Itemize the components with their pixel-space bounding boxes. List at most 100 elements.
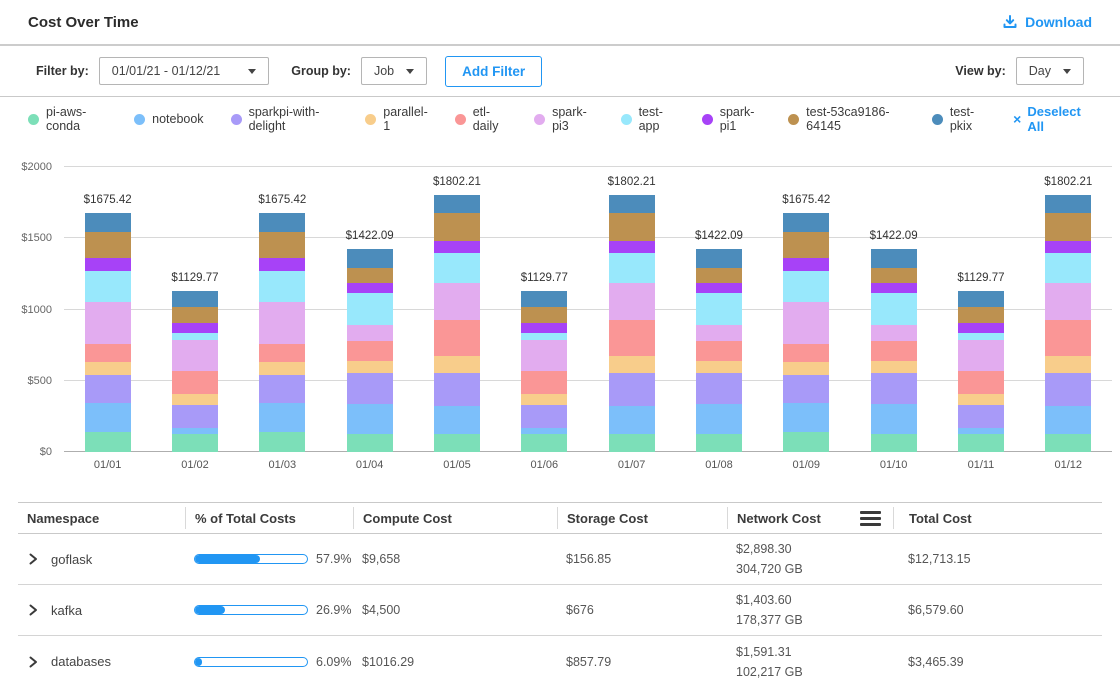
bar-segment-spark-pi3: [85, 302, 131, 344]
bar-segment-etl-daily: [696, 341, 742, 361]
legend-dot-icon: [534, 114, 545, 125]
legend-item-test-pkix[interactable]: test-pkix: [932, 105, 987, 133]
bar-segment-parallel-1: [259, 362, 305, 375]
pct-progress-fill: [195, 555, 260, 563]
x-axis-tick-label: 01/05: [413, 459, 500, 471]
bar-segment-etl-daily: [1045, 320, 1091, 356]
bar-segment-parallel-1: [871, 361, 917, 373]
bar-total-label: $1422.09: [695, 230, 743, 242]
stacked-bar-01/06[interactable]: [521, 291, 567, 452]
bar-segment-etl-daily: [434, 320, 480, 356]
bar-segment-test-pkix: [259, 213, 305, 232]
bar-segment-spark-pi1: [871, 283, 917, 293]
compute-cost-cell: $9,658: [353, 552, 557, 566]
expand-chevron-icon[interactable]: [27, 655, 39, 669]
bar-segment-test-53ca9186-64145: [783, 232, 829, 258]
stacked-bar-01/05[interactable]: [434, 195, 480, 452]
bar-segment-test-53ca9186-64145: [259, 232, 305, 258]
x-axis-tick-label: 01/11: [937, 459, 1024, 471]
bar-segment-sparkpi-with-delight: [696, 373, 742, 404]
stacked-bar-01/12[interactable]: [1045, 195, 1091, 452]
network-cost-value: $1,591.31: [736, 642, 893, 662]
stacked-bar-01/03[interactable]: [259, 213, 305, 452]
stacked-bar-01/07[interactable]: [609, 195, 655, 452]
bar-segment-etl-daily: [85, 344, 131, 363]
column-menu-icon[interactable]: [858, 509, 883, 528]
bar-segment-notebook: [347, 404, 393, 434]
chart-plot-area: $0$500$1000$1500$2000$1675.42$1129.77$16…: [64, 167, 1112, 452]
storage-cost-cell: $676: [557, 603, 727, 617]
bar-segment-pi-aws-conda: [172, 434, 218, 452]
bar-segment-spark-pi3: [696, 325, 742, 342]
network-cost-cell: $1,591.31102,217 GB: [727, 642, 893, 682]
bar-segment-test-app: [172, 333, 218, 340]
namespace-cell: databases: [18, 654, 185, 669]
bar-segment-spark-pi3: [172, 340, 218, 371]
column-header-pct-total-costs: % of Total Costs: [185, 507, 353, 529]
bar-segment-test-app: [347, 293, 393, 324]
bar-segment-notebook: [1045, 406, 1091, 434]
legend-item-test-app[interactable]: test-app: [621, 105, 675, 133]
expand-chevron-icon[interactable]: [27, 603, 39, 617]
expand-chevron-icon[interactable]: [27, 552, 39, 566]
legend-item-sparkpi-with-delight[interactable]: sparkpi-with-delight: [231, 105, 339, 133]
bar-segment-sparkpi-with-delight: [434, 373, 480, 405]
bar-segment-spark-pi3: [871, 325, 917, 342]
group-by-dropdown[interactable]: Job: [361, 57, 427, 85]
bar-segment-spark-pi1: [521, 323, 567, 333]
stacked-bar-01/10[interactable]: [871, 249, 917, 452]
x-axis-tick-label: 01/10: [850, 459, 937, 471]
bar-segment-test-53ca9186-64145: [521, 307, 567, 323]
bar-slot-01/06: $1129.77: [501, 167, 588, 452]
stacked-bar-01/09[interactable]: [783, 213, 829, 452]
bar-segment-spark-pi1: [347, 283, 393, 293]
x-axis-tick-label: 01/07: [588, 459, 675, 471]
bar-segment-spark-pi1: [696, 283, 742, 293]
deselect-all-label: Deselect All: [1027, 104, 1092, 134]
total-cost-cell: $6,579.60: [893, 603, 1102, 617]
stacked-bar-01/08[interactable]: [696, 249, 742, 452]
bar-segment-spark-pi3: [1045, 283, 1091, 320]
download-label: Download: [1025, 14, 1092, 30]
storage-cost-cell: $857.79: [557, 655, 727, 669]
bar-segment-test-pkix: [696, 249, 742, 268]
stacked-bar-01/11[interactable]: [958, 291, 1004, 452]
bar-segment-spark-pi3: [609, 283, 655, 320]
bar-slot-01/09: $1675.42: [763, 167, 850, 452]
legend-item-pi-aws-conda[interactable]: pi-aws-conda: [28, 105, 107, 133]
legend-item-notebook[interactable]: notebook: [134, 112, 203, 126]
legend-item-spark-pi1[interactable]: spark-pi1: [702, 105, 761, 133]
namespace-name: databases: [51, 654, 111, 669]
table-body: goflask57.9%$9,658$156.85$2,898.30304,72…: [18, 534, 1102, 687]
bar-segment-test-app: [1045, 253, 1091, 283]
bar-segment-spark-pi3: [259, 302, 305, 344]
stacked-bar-01/01[interactable]: [85, 213, 131, 452]
legend-label: sparkpi-with-delight: [249, 105, 339, 133]
view-by-dropdown[interactable]: Day: [1016, 57, 1084, 85]
bar-slot-01/07: $1802.21: [588, 167, 675, 452]
bar-segment-pi-aws-conda: [1045, 434, 1091, 452]
x-axis-tick-label: 01/06: [501, 459, 588, 471]
pct-value: 26.9%: [316, 603, 351, 617]
bar-segment-pi-aws-conda: [609, 434, 655, 452]
legend-item-spark-pi3[interactable]: spark-pi3: [534, 105, 593, 133]
legend-item-etl-daily[interactable]: etl-daily: [455, 105, 507, 133]
stacked-bar-01/02[interactable]: [172, 291, 218, 452]
add-filter-button[interactable]: Add Filter: [445, 56, 542, 87]
column-header-compute-cost: Compute Cost: [353, 507, 557, 529]
stacked-bar-01/04[interactable]: [347, 249, 393, 452]
deselect-all-button[interactable]: × Deselect All: [1013, 104, 1092, 134]
date-range-dropdown[interactable]: 01/01/21 - 01/12/21: [99, 57, 269, 85]
table-row-goflask: goflask57.9%$9,658$156.85$2,898.30304,72…: [18, 534, 1102, 585]
legend-dot-icon: [702, 114, 713, 125]
legend-item-parallel-1[interactable]: parallel-1: [365, 105, 427, 133]
group-by-label: Group by:: [291, 64, 351, 78]
network-gb-value: 304,720 GB: [736, 559, 893, 579]
bar-segment-pi-aws-conda: [521, 434, 567, 452]
bar-segment-test-app: [434, 253, 480, 283]
download-button[interactable]: Download: [1002, 14, 1092, 30]
legend-item-test-53ca9186-64145[interactable]: test-53ca9186-64145: [788, 105, 905, 133]
bar-segment-pi-aws-conda: [434, 434, 480, 452]
bar-segment-test-53ca9186-64145: [347, 268, 393, 283]
bar-segment-test-app: [521, 333, 567, 340]
